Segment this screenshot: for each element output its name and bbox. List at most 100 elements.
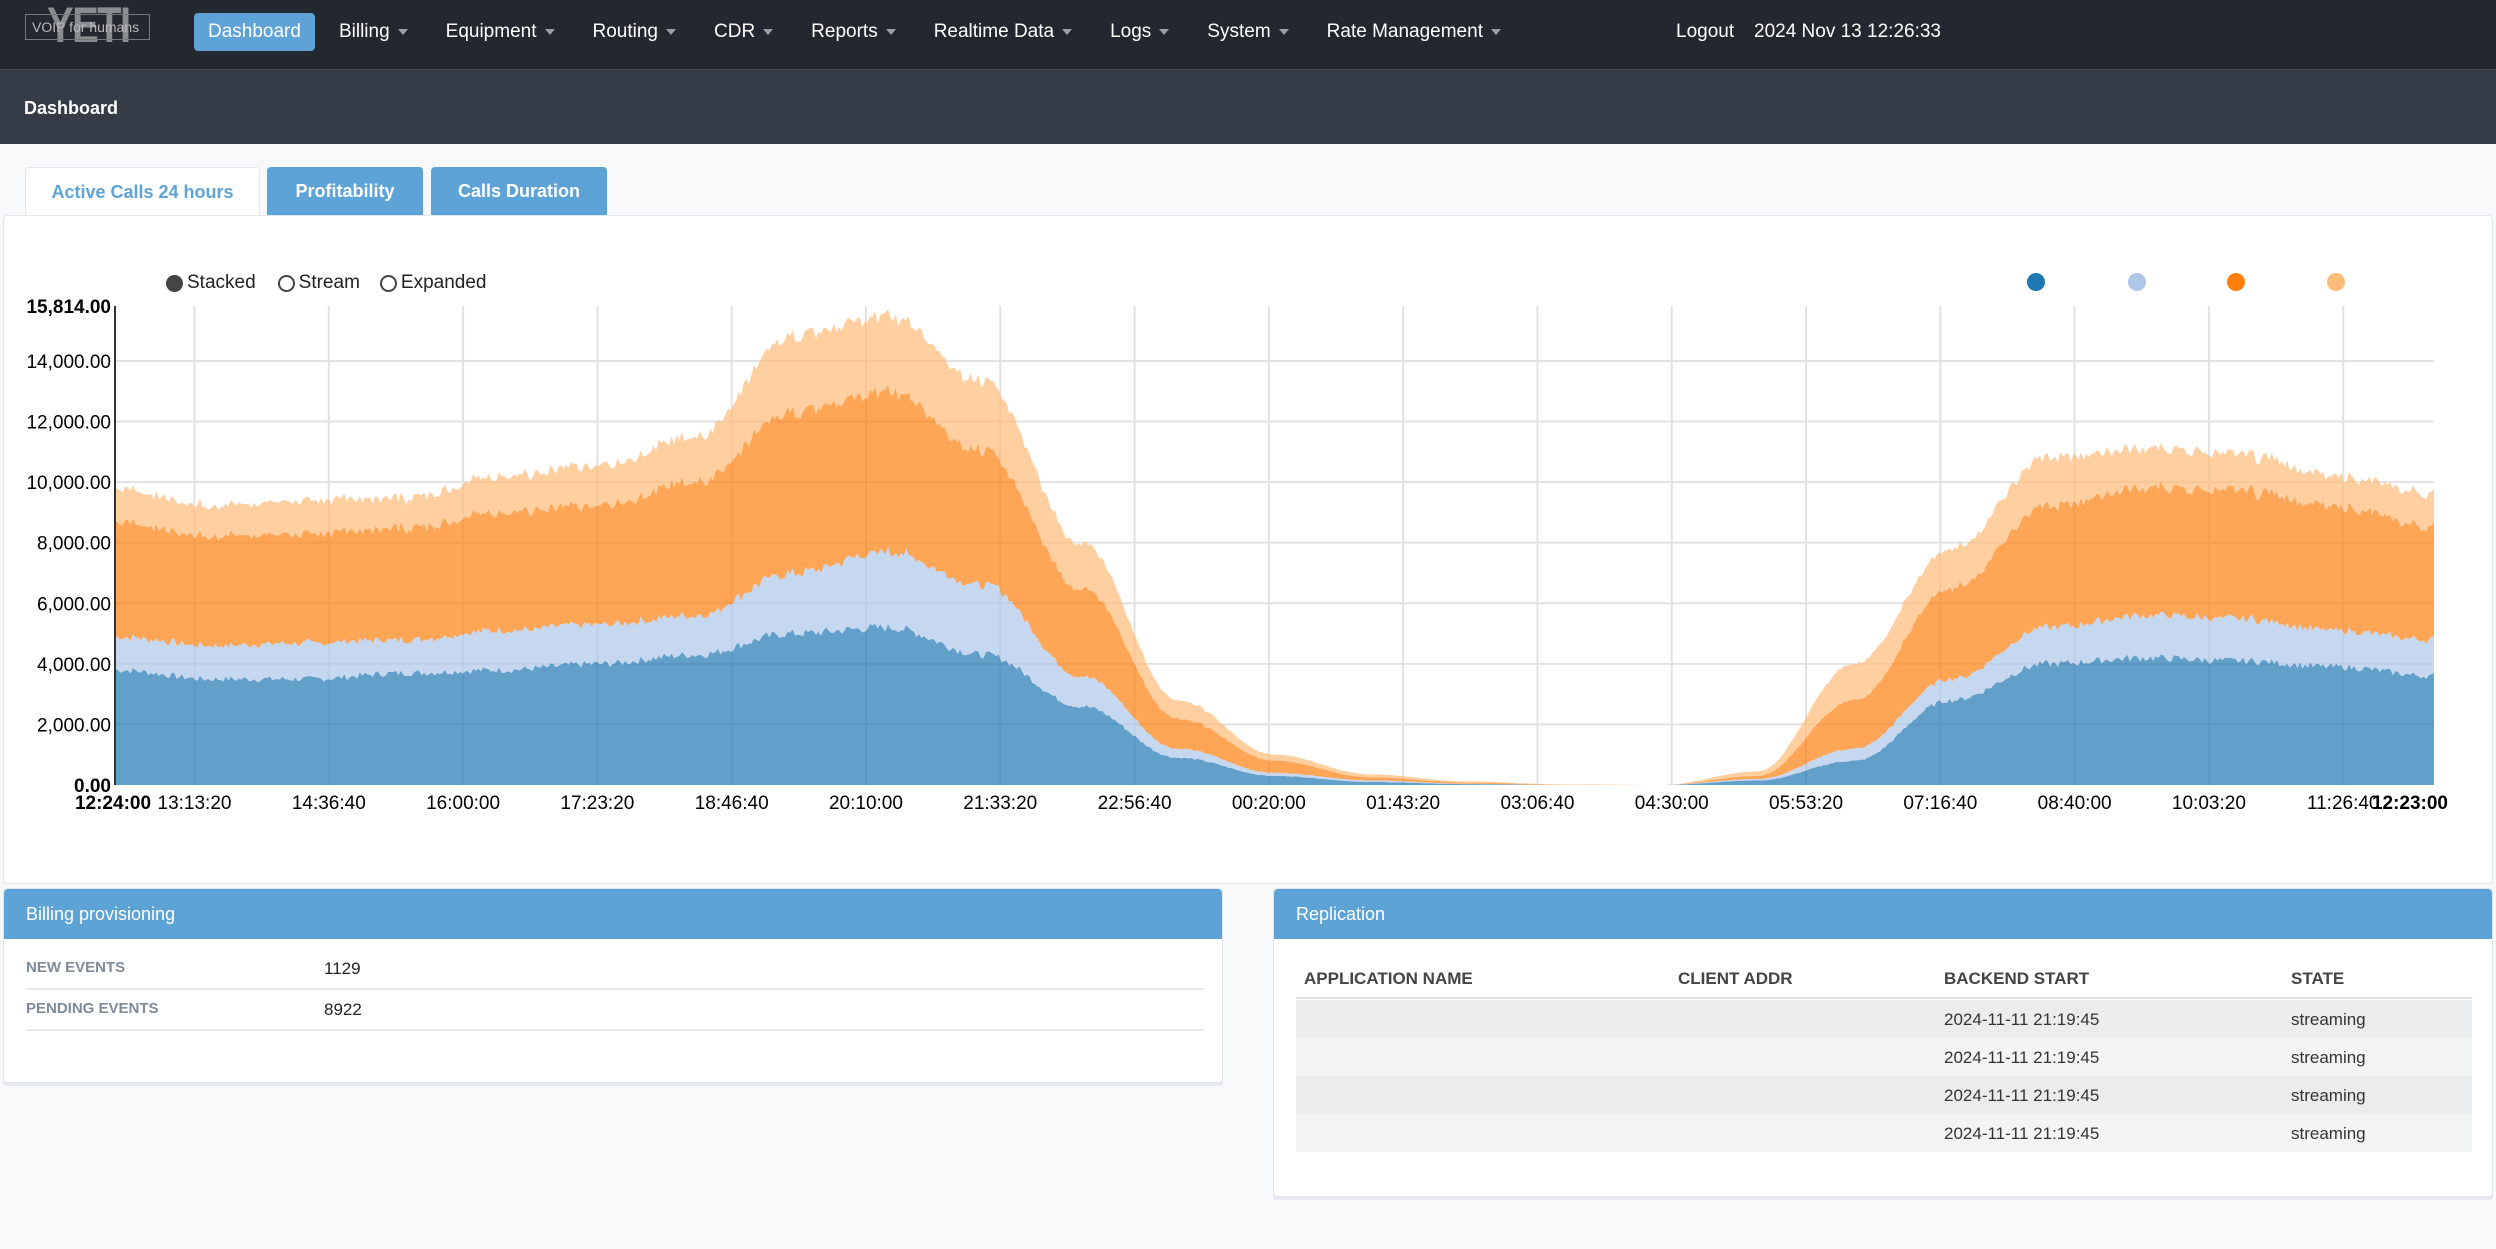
logout-link[interactable]: Logout bbox=[1676, 13, 1734, 51]
x-tick-label: 05:53:20 bbox=[1769, 793, 1843, 814]
nav-realtime-data[interactable]: Realtime Data bbox=[920, 13, 1086, 51]
cell-state: streaming bbox=[2291, 1010, 2366, 1029]
y-tick-label: 2,000.00 bbox=[37, 715, 111, 736]
nav-label: Billing bbox=[338, 21, 390, 42]
replication-panel: Replication APPLICATION NAME CLIENT ADDR… bbox=[1273, 888, 2493, 1197]
legend-series-1[interactable] bbox=[2027, 273, 2045, 291]
cell-start: 2024-11-11 21:19:45 bbox=[1944, 1124, 2100, 1143]
nav-label: CDR bbox=[714, 21, 756, 42]
x-tick-label: 03:06:40 bbox=[1500, 793, 1574, 814]
billing-row: PENDING EVENTS 8922 bbox=[26, 990, 1204, 1031]
caret-down-icon bbox=[1278, 28, 1289, 35]
caret-down-icon bbox=[1490, 28, 1501, 35]
col-application-name: APPLICATION NAME bbox=[1304, 969, 1473, 988]
cell-start: 2024-11-11 21:19:45 bbox=[1944, 1086, 2100, 1105]
table-row: 2024-11-11 21:19:45 streaming bbox=[1296, 1000, 2472, 1038]
radio-unselected-icon bbox=[277, 274, 295, 292]
panel-title: Replication bbox=[1274, 889, 2492, 939]
y-tick-label: 14,000.00 bbox=[26, 352, 111, 373]
nav-dashboard[interactable]: Dashboard bbox=[194, 13, 315, 51]
cell-state: streaming bbox=[2291, 1086, 2366, 1105]
radio-selected-icon bbox=[166, 274, 183, 292]
table-header: APPLICATION NAME CLIENT ADDR BACKEND STA… bbox=[1296, 959, 2472, 999]
x-tick-label: 21:33:20 bbox=[963, 793, 1037, 814]
x-tick-label: 04:30:00 bbox=[1635, 793, 1709, 814]
table-row: 2024-11-11 21:19:45 streaming bbox=[1296, 1076, 2472, 1114]
x-tick-label: 22:56:40 bbox=[1098, 793, 1172, 814]
cell-state: streaming bbox=[2291, 1124, 2366, 1143]
legend-series-3[interactable] bbox=[2227, 273, 2245, 291]
y-tick-label: 8,000.00 bbox=[37, 534, 111, 555]
col-state: STATE bbox=[2291, 969, 2345, 988]
nav-logs[interactable]: Logs bbox=[1096, 13, 1183, 51]
nav-label: System bbox=[1207, 21, 1271, 42]
x-tick-label: 11:26:40 bbox=[2307, 793, 2380, 814]
caret-down-icon bbox=[1159, 28, 1170, 35]
x-tick-label: 00:20:00 bbox=[1232, 793, 1306, 814]
y-tick-label: 6,000.00 bbox=[37, 594, 111, 615]
cell-start: 2024-11-11 21:19:45 bbox=[1944, 1048, 2100, 1067]
y-tick-label: 15,814.00 bbox=[26, 297, 111, 318]
nav-label: Realtime Data bbox=[933, 21, 1055, 42]
col-client-addr: CLIENT ADDR bbox=[1678, 969, 1793, 988]
table-row: 2024-11-11 21:19:45 streaming bbox=[1296, 1114, 2472, 1152]
tab-calls-duration[interactable]: Calls Duration bbox=[431, 167, 607, 215]
nav-label: Dashboard bbox=[208, 21, 301, 42]
nav-label: Logs bbox=[1110, 21, 1152, 42]
nav-cdr[interactable]: CDR bbox=[700, 13, 787, 51]
row-label: NEW EVENTS bbox=[26, 959, 126, 976]
caret-down-icon bbox=[885, 28, 896, 35]
x-tick-label: 10:03:20 bbox=[2172, 793, 2246, 814]
nav-system[interactable]: System bbox=[1193, 13, 1302, 51]
logo-tagline: VOIP for humans bbox=[25, 14, 150, 40]
page-title: Dashboard bbox=[24, 98, 119, 118]
x-tick-label: 18:46:40 bbox=[695, 793, 769, 814]
billing-row: NEW EVENTS 1129 bbox=[26, 949, 1204, 990]
x-tick-label: 17:23:20 bbox=[560, 793, 634, 814]
page-title-bar: Dashboard bbox=[0, 70, 2496, 144]
table-row: 2024-11-11 21:19:45 streaming bbox=[1296, 1038, 2472, 1076]
panel-title: Billing provisioning bbox=[4, 889, 1222, 939]
row-label: PENDING EVENTS bbox=[26, 1000, 159, 1017]
y-tick-label: 10,000.00 bbox=[26, 473, 111, 494]
row-value: 8922 bbox=[324, 1000, 362, 1019]
cell-state: streaming bbox=[2291, 1048, 2366, 1067]
col-backend-start: BACKEND START bbox=[1944, 969, 2090, 988]
radio-unselected-icon bbox=[379, 274, 397, 292]
billing-provisioning-panel: Billing provisioning NEW EVENTS 1129 PEND… bbox=[3, 888, 1223, 1083]
main-menu: Dashboard Billing Equipment Routing CDR … bbox=[194, 13, 1525, 51]
cell-start: 2024-11-11 21:19:45 bbox=[1944, 1010, 2100, 1029]
nav-label: Rate Management bbox=[1326, 21, 1483, 42]
tab-active-calls[interactable]: Active Calls 24 hours bbox=[25, 167, 260, 216]
x-tick-label: 16:00:00 bbox=[426, 793, 500, 814]
tab-profitability[interactable]: Profitability bbox=[267, 167, 423, 215]
caret-down-icon bbox=[544, 28, 555, 35]
top-navbar: YETI VOIP for humans Dashboard Billing E… bbox=[0, 0, 2496, 70]
x-tick-label: 13:13:20 bbox=[158, 793, 232, 814]
nav-billing[interactable]: Billing bbox=[325, 13, 422, 51]
nav-reports[interactable]: Reports bbox=[797, 13, 910, 51]
nav-equipment[interactable]: Equipment bbox=[432, 13, 569, 51]
nav-rate-management[interactable]: Rate Management bbox=[1313, 13, 1515, 51]
legend-series-4[interactable] bbox=[2327, 273, 2345, 291]
x-tick-label: 20:10:00 bbox=[829, 793, 903, 814]
legend-series-2[interactable] bbox=[2128, 273, 2146, 291]
nav-label: Reports bbox=[811, 21, 878, 42]
nav-label: Routing bbox=[592, 21, 659, 42]
active-calls-chart[interactable]: 0.002,000.004,000.006,000.008,000.0010,0… bbox=[0, 290, 2496, 830]
caret-down-icon bbox=[666, 28, 676, 35]
x-tick-label: 14:36:40 bbox=[292, 793, 366, 814]
x-tick-label: 12:24:00 bbox=[75, 793, 151, 814]
caret-down-icon bbox=[1062, 28, 1073, 35]
nav-label: Equipment bbox=[445, 21, 537, 42]
y-tick-label: 12,000.00 bbox=[26, 413, 111, 434]
y-tick-label: 4,000.00 bbox=[37, 655, 111, 676]
caret-down-icon bbox=[397, 28, 408, 35]
x-tick-label: 07:16:40 bbox=[1903, 793, 1977, 814]
yeti-logo[interactable]: YETI VOIP for humans bbox=[25, 0, 150, 53]
nav-routing[interactable]: Routing bbox=[579, 13, 691, 51]
row-value: 1129 bbox=[324, 959, 361, 978]
x-tick-label: 12:23:00 bbox=[2372, 793, 2448, 814]
x-tick-label: 01:43:20 bbox=[1366, 793, 1440, 814]
x-tick-label: 08:40:00 bbox=[2038, 793, 2112, 814]
